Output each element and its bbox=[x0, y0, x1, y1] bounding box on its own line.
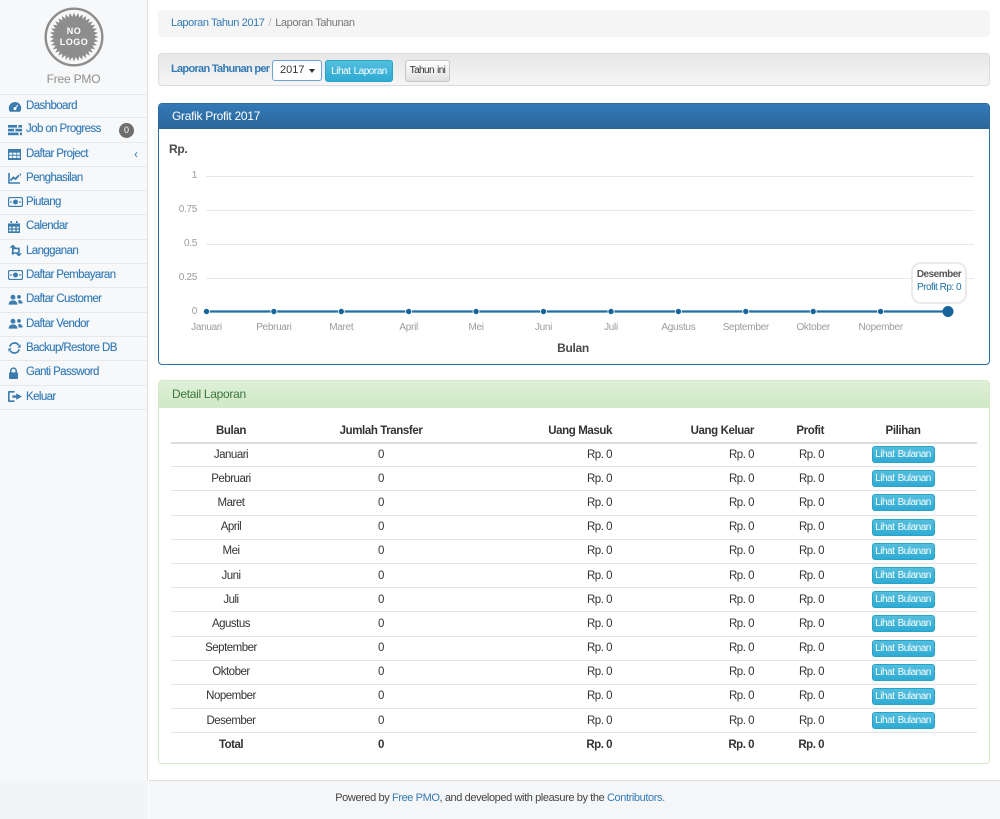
svg-text:NO: NO bbox=[67, 26, 82, 36]
svg-text:LOGO: LOGO bbox=[60, 37, 89, 47]
